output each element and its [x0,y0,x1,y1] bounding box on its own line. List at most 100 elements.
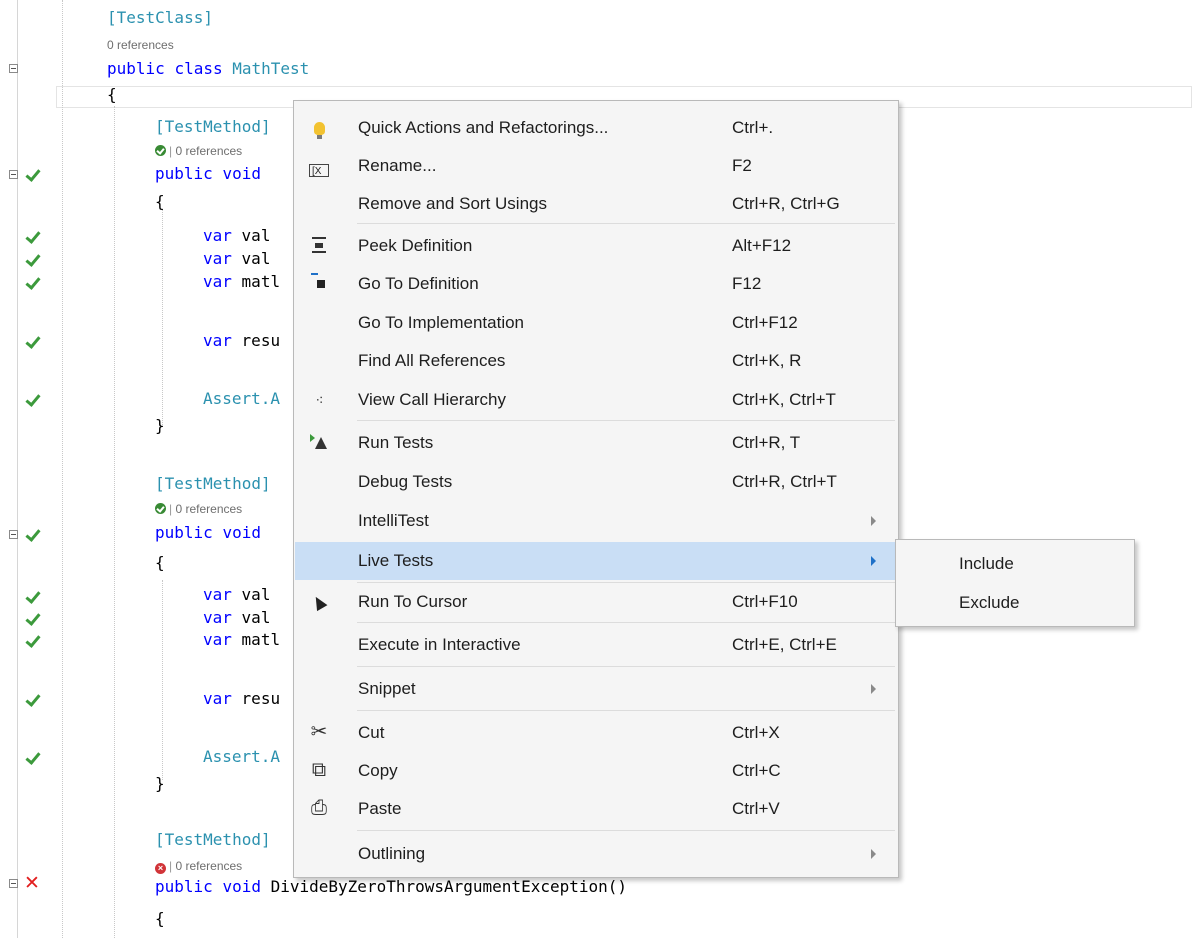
code-line: var val [203,226,271,245]
menu-item-rename[interactable]: [X Rename... F2 [295,153,897,179]
submenu-arrow-icon [871,556,876,566]
copy-icon: ⧉ [311,757,327,781]
menu-separator [357,666,895,667]
menu-item-go-to-definition[interactable]: Go To Definition F12 [295,271,897,297]
context-menu: Quick Actions and Refactorings... Ctrl+.… [293,100,899,878]
menu-item-remove-sort-usings[interactable]: Remove and Sort Usings Ctrl+R, Ctrl+G [295,191,897,217]
menu-item-shortcut: Ctrl+E, Ctrl+E [732,635,837,654]
menu-separator [357,710,895,711]
code-line: public class MathTest [107,59,310,78]
menu-item-shortcut: Ctrl+R, T [732,433,801,452]
indent-guide [162,210,163,425]
code-line: { [155,192,165,211]
menu-item-label: Paste [358,799,402,818]
test-pass-icon[interactable] [24,633,40,649]
menu-item-shortcut: Ctrl+X [732,723,780,742]
menu-item-shortcut: Ctrl+F10 [732,592,798,611]
menu-item-find-all-references[interactable]: Find All References Ctrl+K, R [295,348,897,374]
menu-item-shortcut: Ctrl+V [732,799,780,818]
pass-status-icon [155,145,166,156]
collapse-icon[interactable] [9,879,18,888]
menu-item-snippet[interactable]: Snippet [295,676,897,702]
menu-item-copy[interactable]: ⧉ Copy Ctrl+C [295,758,897,784]
test-fail-icon[interactable]: ✕ [24,874,40,893]
submenu-item-exclude[interactable]: Exclude [959,591,1019,615]
menu-item-outlining[interactable]: Outlining [295,841,897,867]
menu-item-quick-actions[interactable]: Quick Actions and Refactorings... Ctrl+. [295,115,897,141]
menu-item-execute-in-interactive[interactable]: Execute in Interactive Ctrl+E, Ctrl+E [295,632,897,658]
menu-item-run-to-cursor[interactable]: Run To Cursor Ctrl+F10 [295,589,897,615]
menu-item-label: Go To Implementation [358,313,524,332]
test-pass-icon[interactable] [24,392,40,408]
go-to-definition-icon [307,271,331,299]
codelens-references[interactable]: | 0 references [155,501,242,517]
collapse-icon[interactable] [9,530,18,539]
codelens-references[interactable]: | 0 references [155,143,242,159]
lightbulb-icon [307,115,331,141]
menu-item-label: View Call Hierarchy [358,390,507,409]
test-pass-icon[interactable] [24,611,40,627]
test-pass-icon[interactable] [24,589,40,605]
rename-icon: [X [307,153,331,179]
submenu-arrow-icon [871,684,876,694]
live-tests-submenu: Include Exclude [895,539,1135,627]
code-line: Assert.A [203,747,281,766]
test-pass-icon[interactable] [24,275,40,291]
menu-item-go-to-implementation[interactable]: Go To Implementation Ctrl+F12 [295,310,897,336]
scissors-icon: ✂ [310,719,328,743]
test-pass-icon[interactable] [24,527,40,543]
test-pass-icon[interactable] [24,229,40,245]
paste-icon: ⎙ [311,795,327,819]
test-pass-icon[interactable] [24,750,40,766]
code-line: [TestClass] [107,8,213,27]
code-line: Assert.A [203,389,281,408]
menu-item-peek-definition[interactable]: Peek Definition Alt+F12 [295,233,897,259]
gutter-divider [17,0,18,938]
menu-item-view-call-hierarchy[interactable]: ⁖ View Call Hierarchy Ctrl+K, Ctrl+T [295,387,897,413]
menu-item-label: Go To Definition [358,274,479,293]
code-line: var val [203,608,271,627]
menu-item-label: Remove and Sort Usings [358,194,547,213]
menu-item-paste[interactable]: ⎙ Paste Ctrl+V [295,796,897,822]
code-line: [TestMethod] [155,830,271,849]
code-line: var val [203,249,271,268]
menu-item-shortcut: Ctrl+R, Ctrl+T [732,472,837,491]
menu-item-shortcut: Alt+F12 [732,236,792,255]
menu-item-label: Execute in Interactive [358,635,521,654]
test-pass-icon[interactable] [24,167,40,183]
test-pass-icon[interactable] [24,334,40,350]
menu-item-label: Snippet [358,679,416,698]
menu-item-label: Rename... [358,156,437,175]
peek-definition-icon [307,233,331,259]
code-line: var matl [203,630,281,649]
collapse-icon[interactable] [9,170,18,179]
menu-item-shortcut: F2 [732,156,752,175]
code-line: [TestMethod] [155,474,271,493]
menu-item-label: Debug Tests [358,472,453,491]
pass-status-icon [155,503,166,514]
codelens-references[interactable]: 0 references [107,37,174,53]
menu-item-label: Peek Definition [358,236,473,255]
collapse-icon[interactable] [9,64,18,73]
menu-item-intellitest[interactable]: IntelliTest [295,508,897,534]
menu-item-label: Copy [358,761,398,780]
menu-item-shortcut: Ctrl+K, Ctrl+T [732,390,836,409]
code-line: { [155,909,165,928]
call-hierarchy-icon: ⁖ [315,392,323,408]
submenu-item-include[interactable]: Include [959,552,1014,576]
menu-item-live-tests[interactable]: Live Tests [295,542,897,580]
submenu-arrow-icon [871,849,876,859]
codelens-references[interactable]: × | 0 references [155,858,242,874]
code-line: } [155,774,165,793]
code-line: public void [155,164,261,183]
menu-item-label: Run To Cursor [358,592,468,611]
menu-item-label: Quick Actions and Refactorings... [358,118,609,137]
menu-item-cut[interactable]: ✂ Cut Ctrl+X [295,720,897,746]
test-pass-icon[interactable] [24,692,40,708]
menu-item-run-tests[interactable]: Run Tests Ctrl+R, T [295,430,897,456]
code-line: var resu [203,331,281,350]
code-line: public void DivideByZeroThrowsArgumentEx… [155,877,628,896]
test-pass-icon[interactable] [24,252,40,268]
code-line: var resu [203,689,281,708]
menu-item-debug-tests[interactable]: Debug Tests Ctrl+R, Ctrl+T [295,469,897,495]
